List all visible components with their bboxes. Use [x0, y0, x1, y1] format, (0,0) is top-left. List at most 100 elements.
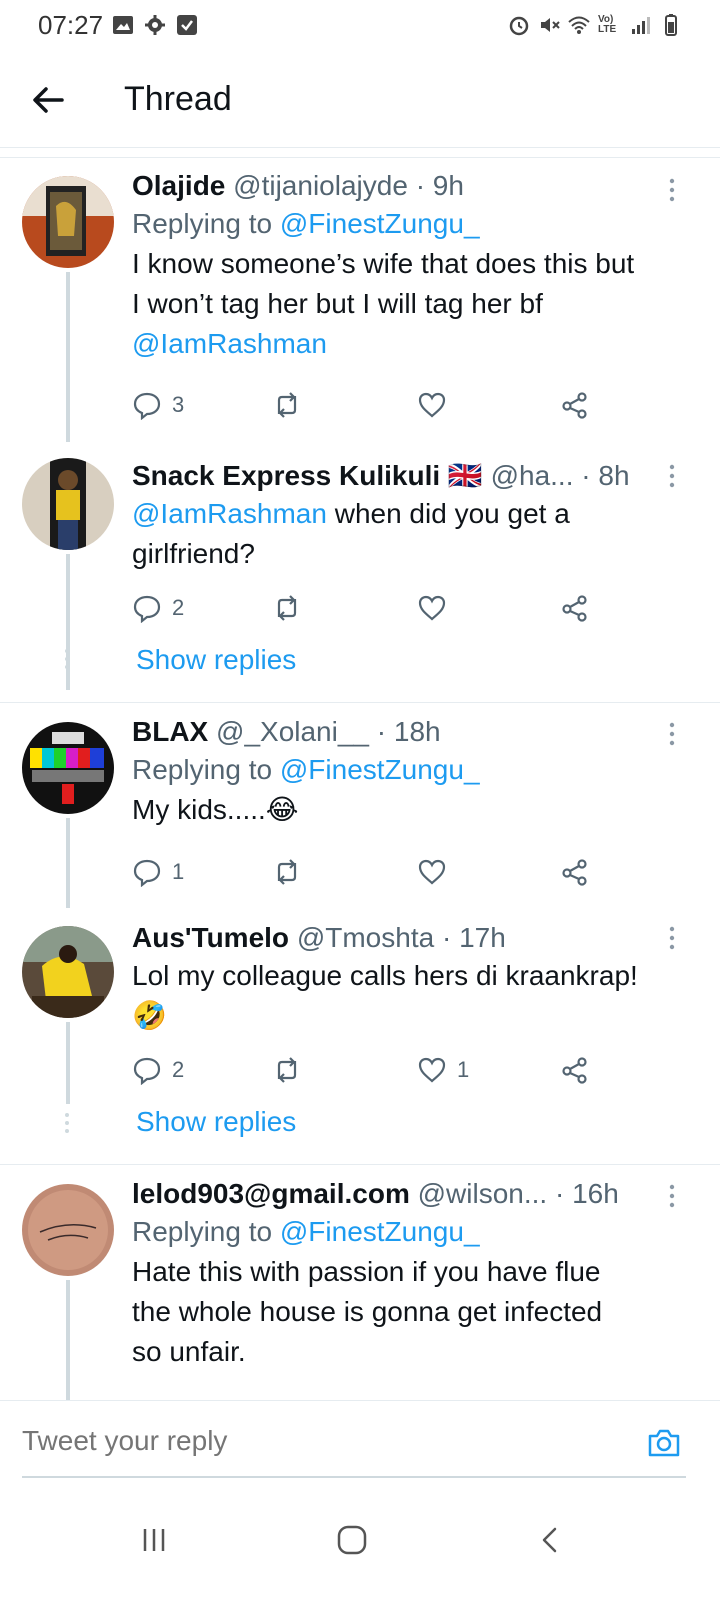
like-button[interactable] — [417, 852, 447, 892]
handle[interactable]: @_Xolani__ — [216, 716, 369, 747]
more-options-icon[interactable] — [668, 464, 676, 488]
tweet-blax[interactable]: BLAX @_Xolani__ · 18h Replying to @Fines… — [0, 704, 720, 908]
wifi-icon — [568, 16, 590, 34]
tweet-actions: 3 — [132, 385, 602, 425]
thread-line — [66, 1280, 70, 1400]
mute-icon — [541, 18, 560, 32]
status-left-icons — [112, 14, 198, 36]
display-name[interactable]: Olajide — [132, 170, 225, 201]
retweet-icon — [277, 595, 297, 621]
replying-to-link[interactable]: @FinestZungu_ — [280, 1216, 480, 1247]
thread-header: Thread — [0, 52, 720, 148]
alarm-icon — [509, 16, 529, 36]
avatar[interactable] — [22, 458, 114, 550]
more-options-icon[interactable] — [668, 178, 676, 202]
heart-icon — [418, 859, 446, 885]
like-button[interactable] — [417, 385, 447, 425]
retweet-icon — [277, 1057, 297, 1083]
timestamp: · 17h — [441, 922, 506, 953]
status-bar: 07:27 Vo) LTE — [0, 0, 720, 52]
thread-line — [66, 272, 70, 442]
retweet-button[interactable] — [272, 385, 302, 425]
mention-link[interactable]: @IamRashman — [132, 324, 690, 364]
timestamp: · 8h — [581, 460, 630, 491]
tweet-header: BLAX @_Xolani__ · 18h — [132, 714, 690, 750]
handle[interactable]: @wilson... — [418, 1178, 548, 1209]
mention-link[interactable]: @IamRashman — [132, 498, 327, 529]
tweet-text: @IamRashman when did you get a girlfrien… — [132, 498, 570, 569]
recent-apps-button[interactable] — [124, 1510, 184, 1570]
show-replies-link[interactable]: Show replies — [136, 1106, 296, 1138]
retweet-icon — [277, 392, 297, 418]
timestamp: · 18h — [376, 716, 441, 747]
handle[interactable]: @Tmoshta — [297, 922, 434, 953]
home-button[interactable] — [322, 1510, 382, 1570]
reply-icon — [133, 859, 161, 887]
retweet-button[interactable] — [272, 852, 302, 892]
divider — [0, 1164, 720, 1165]
tweet-austumelo[interactable]: Aus'Tumelo @Tmoshta · 17h Lol my colleag… — [0, 912, 720, 1162]
image-icon — [113, 16, 133, 34]
like-button[interactable] — [417, 588, 447, 628]
status-right-icons: Vo) LTE — [508, 14, 682, 36]
reply-icon — [133, 392, 161, 420]
tweet-actions: 2 — [132, 588, 602, 628]
retweet-button[interactable] — [272, 1050, 302, 1090]
show-replies-link[interactable]: Show replies — [136, 644, 296, 676]
replying-to: Replying to @FinestZungu_ — [132, 754, 480, 785]
reply-button[interactable]: 1 — [132, 852, 184, 892]
retweet-button[interactable] — [272, 588, 302, 628]
timestamp: · 16h — [554, 1178, 619, 1209]
display-name[interactable]: BLAX — [132, 716, 208, 747]
avatar[interactable] — [22, 176, 114, 268]
signal-icon — [632, 17, 650, 34]
reply-button[interactable]: 2 — [132, 588, 184, 628]
more-options-icon[interactable] — [668, 926, 676, 950]
tweet-text: Lol my colleague calls hers di kraankrap… — [132, 956, 690, 1036]
back-arrow-icon[interactable] — [28, 80, 68, 120]
share-icon — [562, 595, 587, 622]
tweet-snack-express[interactable]: Snack Express Kulikuli 🇬🇧 @ha... · 8h @I… — [0, 448, 720, 698]
reply-count: 3 — [172, 392, 185, 417]
share-icon — [562, 392, 587, 419]
reply-button[interactable]: 2 — [132, 1050, 184, 1090]
share-button[interactable] — [560, 385, 590, 425]
divider — [0, 157, 720, 158]
more-options-icon[interactable] — [668, 1184, 676, 1208]
tweet-actions: 2 1 — [132, 1050, 602, 1090]
replying-to-link[interactable]: @FinestZungu_ — [280, 754, 480, 785]
reply-button[interactable]: 3 — [132, 385, 184, 425]
handle[interactable]: @tijaniolajyde — [233, 170, 408, 201]
reply-input[interactable] — [22, 1425, 582, 1457]
tweet-text: My kids.....😂 — [132, 794, 299, 825]
share-button[interactable] — [560, 852, 590, 892]
tweet-text: Hate this with passion if you have flue … — [132, 1256, 603, 1367]
retweet-icon — [277, 859, 297, 885]
like-button[interactable]: 1 — [417, 1050, 469, 1090]
tweet-olajide[interactable]: Olajide @tijaniolajyde · 9h Replying to … — [0, 160, 720, 442]
display-name[interactable]: lelod903@gmail.com — [132, 1178, 410, 1209]
back-button[interactable] — [520, 1510, 580, 1570]
avatar[interactable] — [22, 722, 114, 814]
share-button[interactable] — [560, 1050, 590, 1090]
tweet-lelod903[interactable]: lelod903@gmail.com @wilson... · 16h Repl… — [0, 1166, 720, 1400]
thread-gap-icon — [65, 649, 69, 669]
avatar[interactable] — [22, 926, 114, 1018]
display-name[interactable]: Snack Express Kulikuli — [132, 460, 440, 491]
more-options-icon[interactable] — [668, 722, 676, 746]
replying-to: Replying to @FinestZungu_ — [132, 208, 480, 239]
reply-count: 1 — [172, 859, 185, 884]
page-title: Thread — [124, 80, 232, 118]
handle[interactable]: @ha... — [491, 460, 574, 491]
avatar[interactable] — [22, 1184, 114, 1276]
share-button[interactable] — [560, 588, 590, 628]
heart-icon — [418, 1057, 446, 1083]
replying-to-link[interactable]: @FinestZungu_ — [280, 208, 480, 239]
reply-icon — [133, 595, 161, 623]
status-time: 07:27 — [38, 10, 104, 40]
camera-icon[interactable] — [646, 1425, 682, 1461]
reply-composer — [0, 1400, 720, 1478]
replying-to: Replying to @FinestZungu_ — [132, 1216, 480, 1247]
display-name[interactable]: Aus'Tumelo — [132, 922, 289, 953]
thread-line — [66, 818, 70, 908]
